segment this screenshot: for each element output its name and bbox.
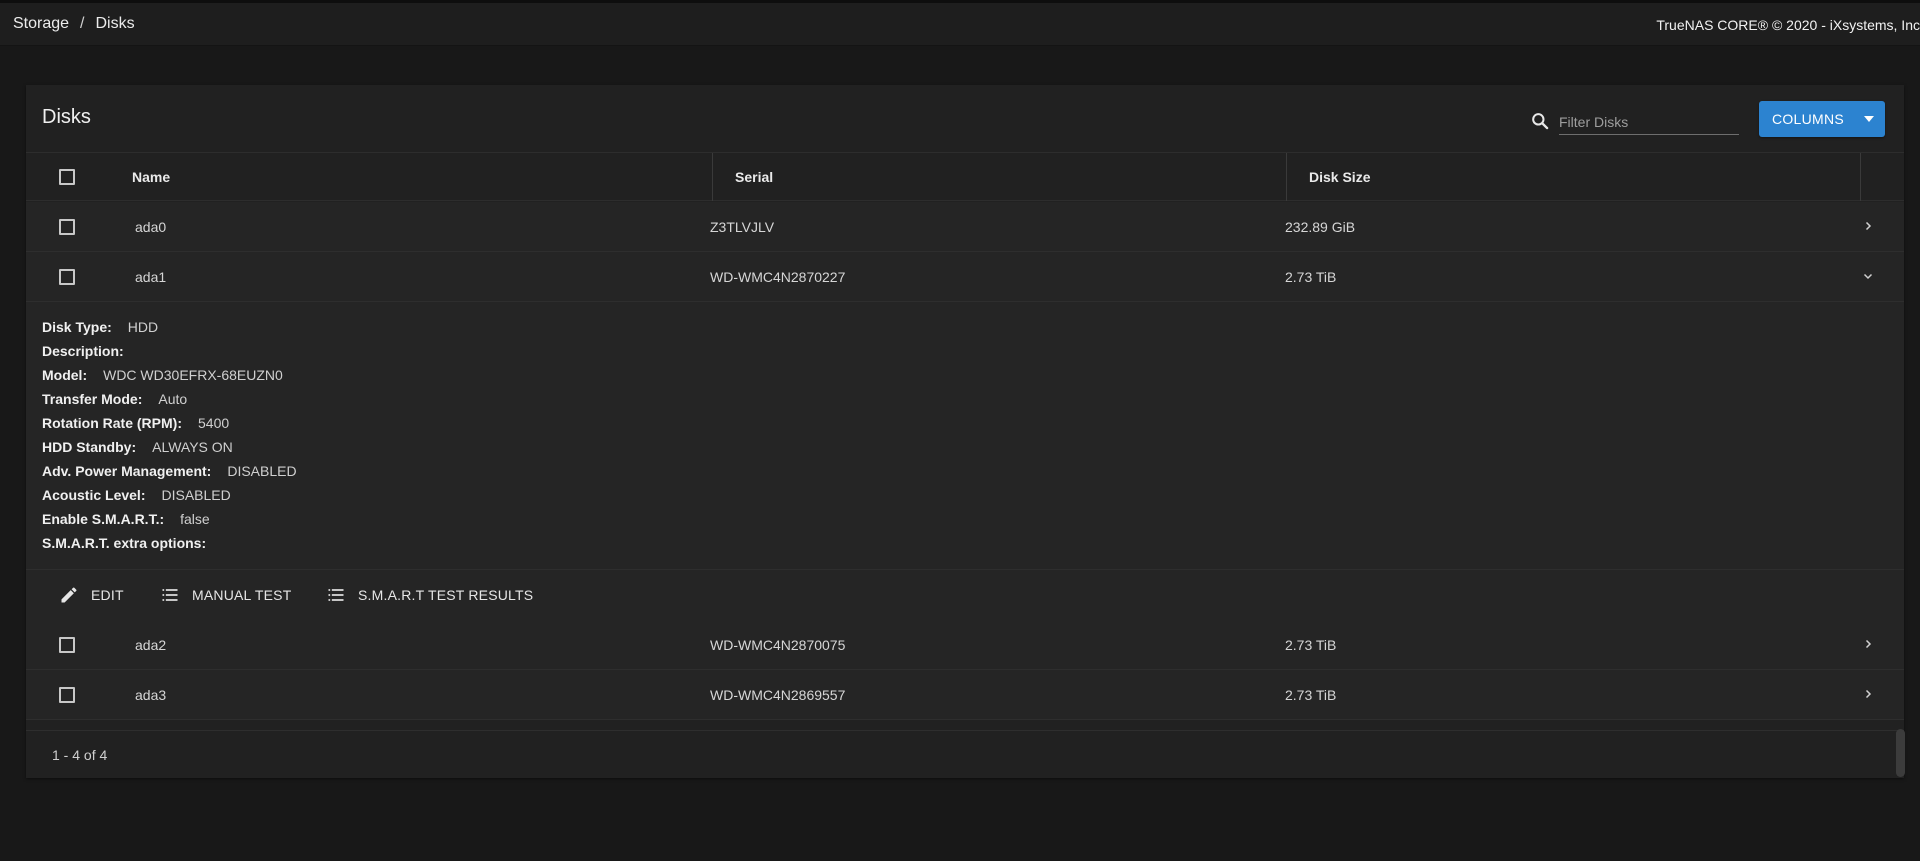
filter-box xyxy=(1530,109,1744,135)
table-row[interactable]: ada1 WD-WMC4N2870227 2.73 TiB xyxy=(26,252,1904,302)
detail-key: Adv. Power Management: xyxy=(42,463,212,479)
breadcrumb-separator: / xyxy=(80,15,85,32)
edit-button[interactable]: EDIT xyxy=(59,570,124,620)
smart-test-results-button[interactable]: S.M.A.R.T TEST RESULTS xyxy=(326,570,533,620)
select-all-checkbox[interactable] xyxy=(59,169,75,185)
scrollbar-thumb[interactable] xyxy=(1896,729,1905,777)
disks-card: Disks COLUMNS Name Serial Disk Size ada0… xyxy=(26,85,1904,778)
detail-key: Transfer Mode: xyxy=(42,391,143,407)
caret-down-icon[interactable] xyxy=(1864,116,1874,122)
edit-button-label: EDIT xyxy=(91,587,124,603)
detail-key: Acoustic Level: xyxy=(42,487,146,503)
detail-value: DISABLED xyxy=(227,463,297,479)
disk-serial: WD-WMC4N2870227 xyxy=(710,268,846,285)
detail-value: HDD xyxy=(127,319,159,335)
disk-size: 2.73 TiB xyxy=(1285,636,1337,653)
detail-description: Description: xyxy=(42,343,140,359)
detail-value: false xyxy=(180,511,210,527)
disk-serial: Z3TLVJLV xyxy=(710,218,775,235)
chevron-right-icon[interactable] xyxy=(1862,687,1874,705)
detail-disk-type: Disk Type: HDD xyxy=(42,319,158,335)
detail-value: 5400 xyxy=(198,415,230,431)
detail-key: Rotation Rate (RPM): xyxy=(42,415,182,431)
detail-power-management: Adv. Power Management: DISABLED xyxy=(42,463,297,479)
detail-key: Enable S.M.A.R.T.: xyxy=(42,511,165,527)
breadcrumb-storage[interactable]: Storage xyxy=(13,15,69,33)
detail-key: Disk Type: xyxy=(42,319,112,335)
detail-value: DISABLED xyxy=(161,487,231,503)
disk-size: 2.73 TiB xyxy=(1285,268,1337,285)
detail-transfer-mode: Transfer Mode: Auto xyxy=(42,391,187,407)
pencil-icon xyxy=(61,587,77,603)
detail-actions: EDIT MANUAL TEST S.M.A.R.T TEST RESULTS xyxy=(26,570,1904,620)
pagination-range: 1 - 4 of 4 xyxy=(52,747,108,763)
detail-rotation-rate: Rotation Rate (RPM): 5400 xyxy=(42,415,229,431)
table-header: Name Serial Disk Size xyxy=(26,152,1904,201)
column-header-serial-label: Serial xyxy=(735,169,774,185)
detail-value: WDC WD30EFRX-68EUZN0 xyxy=(103,367,283,383)
disk-name: ada2 xyxy=(135,636,167,653)
disk-detail-panel: Disk Type: HDD Description: Model: WDC W… xyxy=(26,302,1904,570)
breadcrumb: Storage / Disks xyxy=(13,15,135,33)
top-bar: Storage / Disks TrueNAS CORE® © 2020 - i… xyxy=(0,0,1920,46)
detail-acoustic-level: Acoustic Level: DISABLED xyxy=(42,487,231,503)
disk-name: ada1 xyxy=(135,268,167,285)
chevron-right-icon[interactable] xyxy=(1862,637,1874,655)
detail-value: ALWAYS ON xyxy=(152,439,233,455)
column-header-disk-size-label: Disk Size xyxy=(1309,169,1371,185)
row-checkbox[interactable] xyxy=(59,219,75,235)
disk-name: ada0 xyxy=(135,218,167,235)
smart-test-results-button-label: S.M.A.R.T TEST RESULTS xyxy=(358,587,534,603)
detail-key: Description: xyxy=(42,343,124,359)
disk-name: ada3 xyxy=(135,686,167,703)
detail-key: HDD Standby: xyxy=(42,439,137,455)
row-checkbox[interactable] xyxy=(59,637,75,653)
detail-enable-smart: Enable S.M.A.R.T.: false xyxy=(42,511,210,527)
detail-model: Model: WDC WD30EFRX-68EUZN0 xyxy=(42,367,283,383)
table-footer: 1 - 4 of 4 xyxy=(26,730,1904,778)
list-icon xyxy=(328,589,344,601)
column-header-name-label: Name xyxy=(132,169,171,185)
column-header-name[interactable]: Name xyxy=(110,153,713,201)
table-row[interactable]: ada2 WD-WMC4N2870075 2.73 TiB xyxy=(26,620,1904,670)
disk-serial: WD-WMC4N2869557 xyxy=(710,686,846,703)
search-icon xyxy=(1530,111,1550,136)
manual-test-button-label: MANUAL TEST xyxy=(192,587,292,603)
row-checkbox[interactable] xyxy=(59,687,75,703)
disk-size: 2.73 TiB xyxy=(1285,686,1337,703)
chevron-right-icon[interactable] xyxy=(1862,219,1874,237)
column-header-serial[interactable]: Serial xyxy=(713,153,1287,201)
table-row[interactable]: ada0 Z3TLVJLV 232.89 GiB xyxy=(26,202,1904,252)
filter-disks-input[interactable] xyxy=(1559,109,1739,135)
row-checkbox[interactable] xyxy=(59,269,75,285)
detail-key: Model: xyxy=(42,367,88,383)
columns-button[interactable]: COLUMNS xyxy=(1759,101,1885,137)
copyright-text[interactable]: TrueNAS CORE® © 2020 - iXsystems, Inc xyxy=(1656,17,1920,33)
disk-size: 232.89 GiB xyxy=(1285,218,1356,235)
manual-test-button[interactable]: MANUAL TEST xyxy=(160,570,291,620)
columns-button-label: COLUMNS xyxy=(1771,111,1845,127)
table-row[interactable]: ada3 WD-WMC4N2869557 2.73 TiB xyxy=(26,670,1904,720)
chevron-down-icon[interactable] xyxy=(1862,269,1874,287)
breadcrumb-disks: Disks xyxy=(95,15,135,32)
list-icon xyxy=(162,589,178,601)
detail-value: Auto xyxy=(158,391,188,407)
detail-hdd-standby: HDD Standby: ALWAYS ON xyxy=(42,439,233,455)
detail-key: S.M.A.R.T. extra options: xyxy=(42,535,207,551)
detail-smart-options: S.M.A.R.T. extra options: xyxy=(42,535,222,551)
page-title: Disks xyxy=(42,106,91,128)
column-header-disk-size[interactable]: Disk Size xyxy=(1287,153,1861,201)
disk-serial: WD-WMC4N2870075 xyxy=(710,636,846,653)
